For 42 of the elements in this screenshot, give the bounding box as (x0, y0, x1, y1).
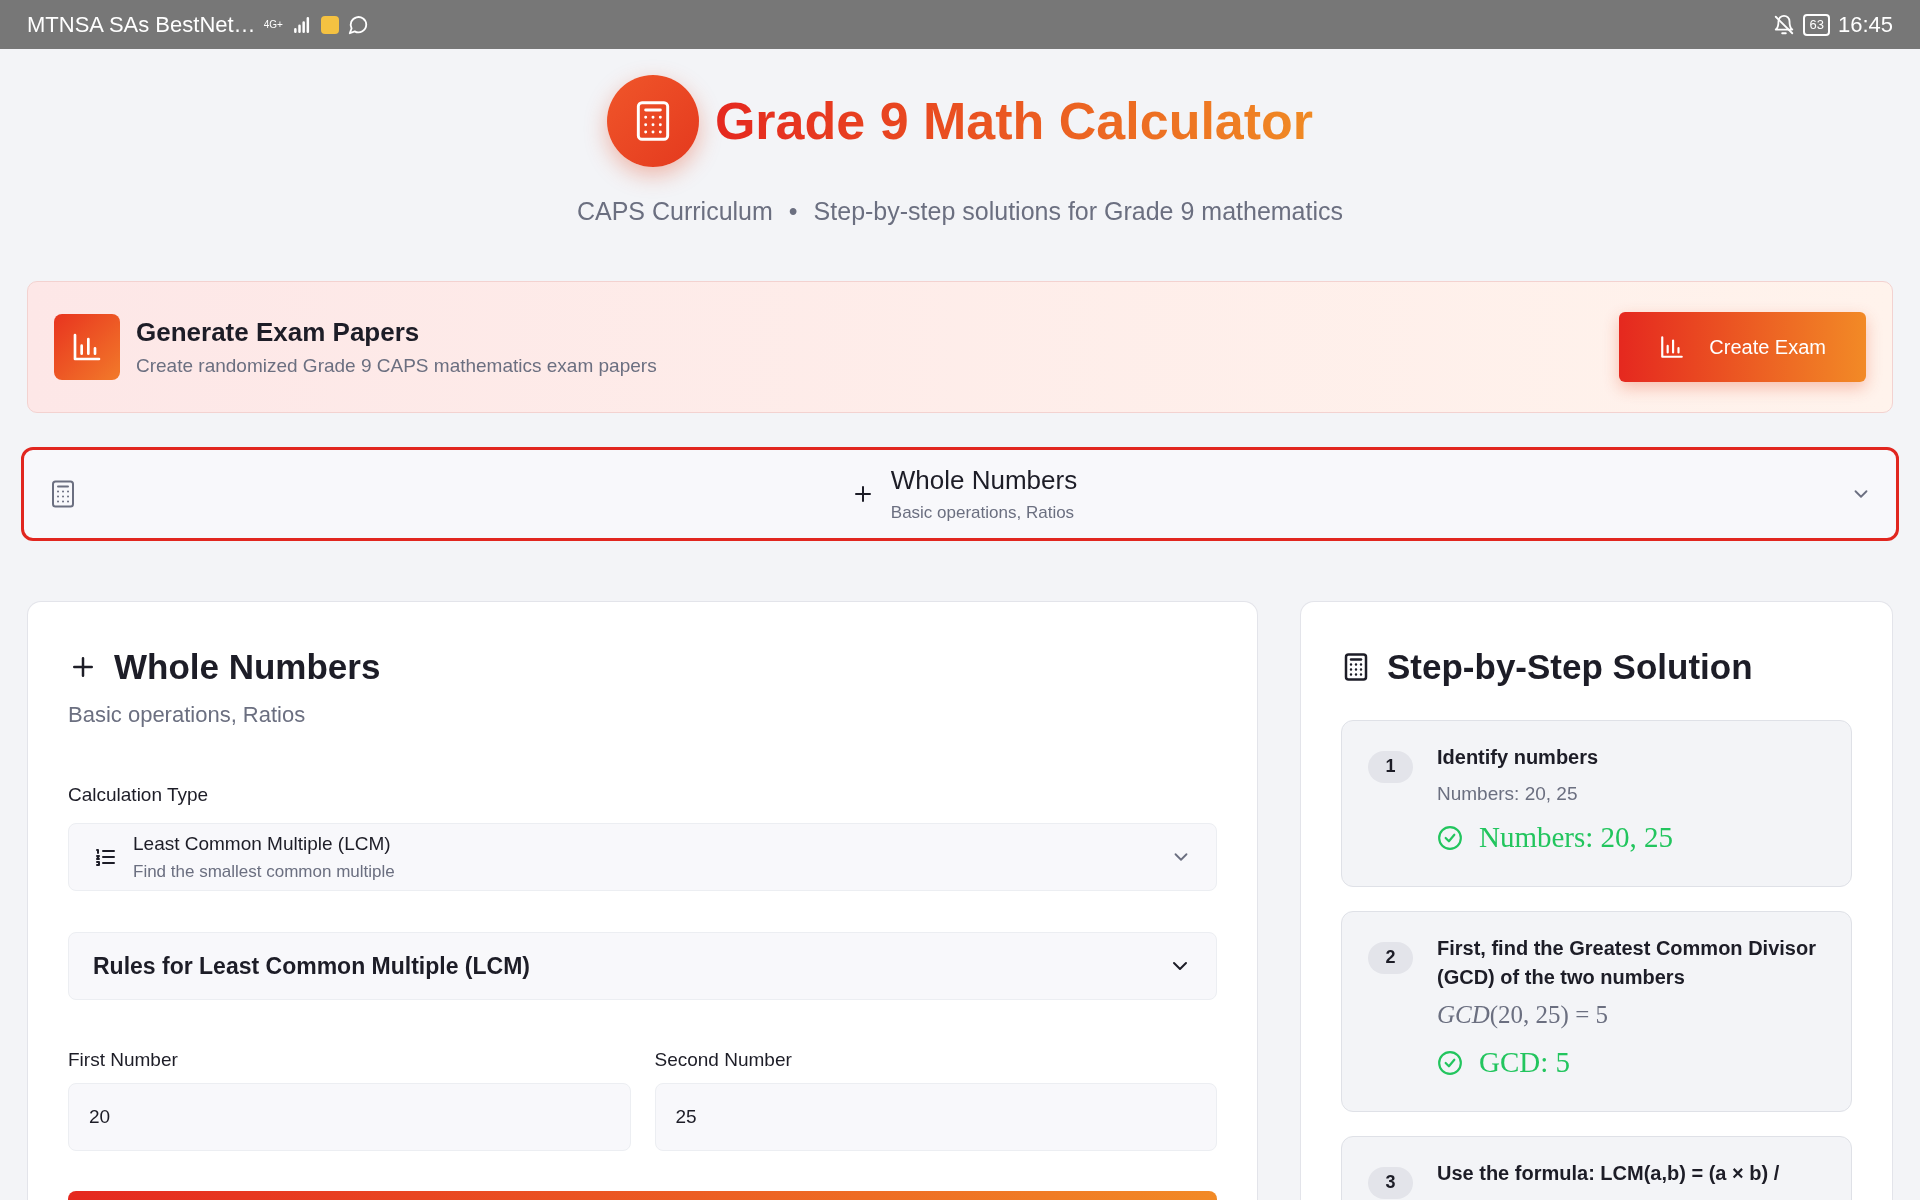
step-formula: GCD(20, 25) = 5 (1437, 999, 1610, 1031)
field-label: First Number (68, 1048, 179, 1072)
step-result: Numbers: 20, 25 (1479, 820, 1674, 855)
step-title: Identify numbers (1437, 744, 1600, 770)
number-input[interactable]: 20 (68, 1082, 631, 1151)
step-title: First, find the Greatest Common Divisor (GCD) of the two numbers (1437, 935, 1817, 990)
topic-dropdown[interactable]: Whole Numbers Basic operations, Ratios (21, 446, 1899, 541)
calculator-subtitle: Basic operations, Ratios (68, 700, 307, 729)
field-label: Second Number (654, 1048, 793, 1072)
rules-accordion[interactable]: Rules for Least Common Multiple (LCM) (68, 932, 1217, 1000)
bar-chart-icon (1659, 333, 1686, 360)
calculation-type-select[interactable]: Least Common Multiple (LCM) Find the smallest common multiple (68, 823, 1217, 891)
check-circle-icon (1437, 824, 1463, 851)
select-value: Least Common Multiple (LCM) (133, 832, 392, 856)
create-exam-button[interactable]: Create Exam (1619, 311, 1866, 382)
number-input[interactable]: 25 (654, 1082, 1217, 1151)
topic-title: Whole Numbers (890, 464, 1078, 498)
step-detail: Numbers: 20, 25 (1437, 781, 1579, 806)
step-number: 3 (1368, 1166, 1413, 1199)
field-label: Calculation Type (68, 782, 210, 807)
select-description: Find the smallest common multiple (133, 860, 396, 883)
step-result: GCD: 5 (1479, 1045, 1571, 1080)
check-circle-icon (1437, 1049, 1463, 1076)
rules-title: Rules for Least Common Multiple (LCM) (93, 951, 530, 981)
solution-title: Step-by-Step Solution (1387, 645, 1753, 688)
banner-title: Generate Exam Papers (136, 315, 421, 349)
step-number: 2 (1368, 941, 1413, 974)
banner-description: Create randomized Grade 9 CAPS mathematics exam papers (136, 353, 658, 378)
clock-time: 16:45 (1837, 11, 1893, 39)
carrier-name: MTNSA SAs BestNet… (27, 11, 256, 39)
step-number: 1 (1368, 750, 1413, 783)
step-title: Use the formula: LCM(a,b) = (a × b) / (1437, 1160, 1781, 1186)
network-type: 4G+ (263, 19, 283, 30)
app-notification-icon (320, 15, 339, 34)
subtitle-text: Step-by-step solutions for Grade 9 mathematics (813, 196, 1344, 227)
topic-subtitle: Basic operations, Ratios (890, 502, 1076, 525)
subtitle-text: • (788, 196, 798, 227)
battery-indicator: 63 (1803, 13, 1830, 36)
chat-icon (346, 13, 369, 36)
calculator-title: Whole Numbers (114, 645, 381, 688)
muted-bell-icon (1773, 13, 1796, 36)
subtitle-text: CAPS Curriculum (576, 196, 773, 227)
